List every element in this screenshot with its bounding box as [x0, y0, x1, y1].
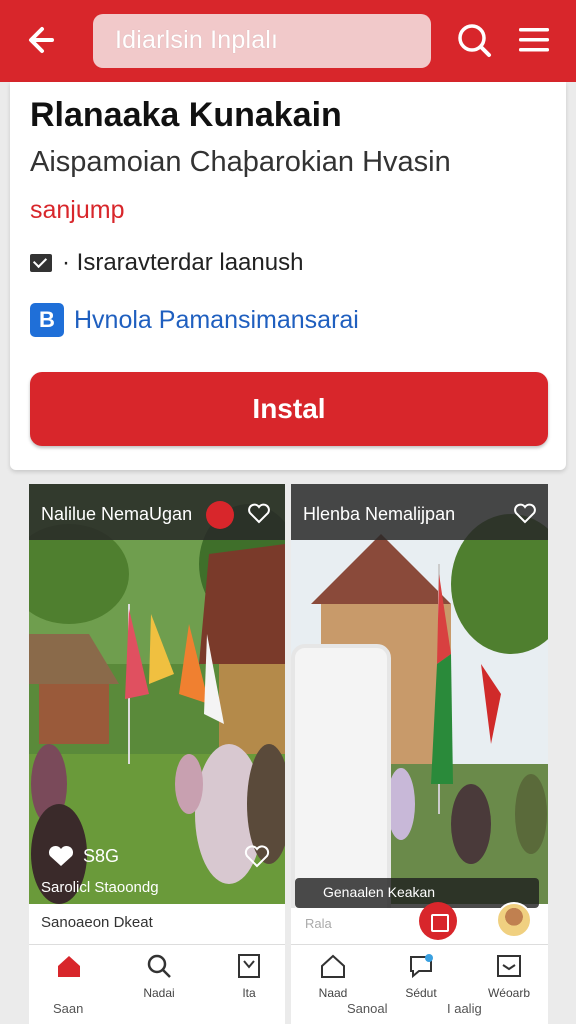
hamburger-menu-icon[interactable]: [516, 22, 552, 58]
like-count: S8G: [83, 845, 120, 866]
search-icon[interactable]: [454, 20, 494, 60]
pale-label: Rala: [305, 916, 332, 931]
developer-link[interactable]: Hvnola Pamansimansarai: [74, 306, 359, 335]
chat-icon: [410, 954, 433, 979]
nav-home[interactable]: Naad: [303, 953, 363, 1000]
nav-label: Wéoarb: [487, 986, 531, 1000]
screenshot-header: Hlenba Nemalijpan: [291, 484, 548, 540]
email-text: · Israravterdar laanush: [62, 249, 304, 276]
nav-inbox[interactable]: Wéoarb: [479, 953, 539, 1000]
nav-label: Sédut: [405, 986, 437, 1000]
bottom-nav: Nadai Ita Saan: [29, 944, 285, 1024]
nav-row2-label: Sanoal: [347, 1001, 388, 1016]
search-icon: [147, 954, 171, 978]
screenshot-title: Hlenba Nemalijpan: [303, 504, 456, 524]
chat-bar[interactable]: Genaalen Keakan: [295, 878, 539, 908]
app-info-card: Rlanaaka Kunakain Aispamoian Chaþarokian…: [10, 82, 566, 470]
search-input-text: Idiarlsin Inplalı: [115, 26, 279, 54]
mail-check-icon: [30, 254, 52, 272]
footer-text: Sanoaeon Dkeat: [41, 914, 153, 931]
screenshot-left[interactable]: Nalilue NemaUgan S8G Sarolicl Staoondg S…: [29, 484, 285, 1024]
home-icon: [58, 956, 80, 977]
screenshot-right[interactable]: Hlenba Nemalijpan Genaalen Keakan Rala N…: [291, 484, 548, 1024]
nav-search[interactable]: Nadai: [129, 953, 189, 1000]
record-icon[interactable]: [206, 501, 234, 529]
chat-text: Genaalen Keakan: [323, 884, 436, 900]
bottom-nav: Naad Sédut Wéoarb Sanoal I aalig: [291, 944, 548, 1024]
nav-home[interactable]: [39, 953, 99, 984]
arrow-left-icon[interactable]: [22, 20, 66, 60]
heart-icon[interactable]: [247, 502, 271, 524]
bookmark-icon: [238, 954, 260, 978]
heart-outline-icon[interactable]: [244, 844, 270, 868]
developer-badge-icon: B: [30, 303, 64, 337]
image-caption: Sarolicl Staoondg: [41, 879, 159, 896]
app-category[interactable]: sanjump: [30, 196, 125, 225]
screenshot-header: Nalilue NemaUgan: [29, 484, 285, 540]
nav-label: Nadai: [143, 986, 175, 1000]
app-subtitle: Aispamoian Chaþarokian Hvasin: [30, 146, 451, 178]
app-title: Rlanaaka Kunakain: [30, 96, 342, 134]
avatar[interactable]: [496, 902, 532, 938]
heart-icon[interactable]: [513, 502, 537, 524]
like-icon: [48, 845, 74, 866]
caption-strip: Sanoaeon Dkeat: [29, 904, 285, 944]
nav-bookmark[interactable]: Ita: [219, 953, 279, 1000]
email-row[interactable]: · Israravterdar laanush: [30, 248, 303, 278]
top-app-bar: Idiarlsin Inplalı: [0, 0, 576, 82]
nav-row2-label: I aalig: [447, 1001, 482, 1016]
nav-label: Ita: [242, 986, 256, 1000]
like-row[interactable]: S8G: [47, 844, 119, 868]
install-button[interactable]: Instal: [30, 372, 548, 446]
share-button[interactable]: [419, 902, 457, 940]
nav-row2-label: Saan: [53, 1001, 84, 1016]
search-input[interactable]: Idiarlsin Inplalı: [93, 14, 431, 68]
screenshot-title: Nalilue NemaUgan: [41, 504, 193, 524]
inbox-icon: [497, 955, 521, 977]
village-scene-image: [29, 484, 285, 904]
nav-label: Naad: [318, 986, 348, 1000]
developer-row[interactable]: B Hvnola Pamansimansarai: [30, 302, 359, 338]
home-icon: [321, 954, 345, 978]
nav-chat[interactable]: Sédut: [391, 953, 451, 1000]
